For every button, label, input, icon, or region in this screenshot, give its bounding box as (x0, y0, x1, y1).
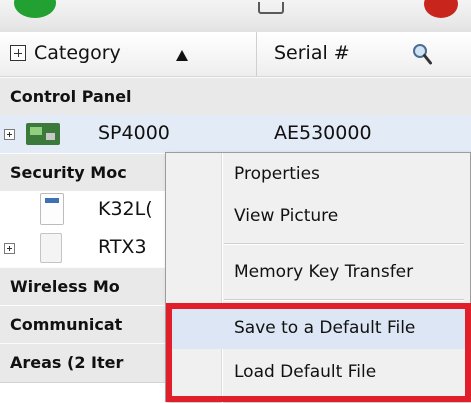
sort-ascending-icon[interactable] (176, 50, 188, 61)
expand-icon[interactable] (4, 129, 15, 140)
menu-item-view-picture[interactable]: View Picture (166, 197, 470, 237)
group-label: Wireless Mo (10, 277, 120, 296)
tray-icon (258, 2, 284, 14)
circuit-board-icon (26, 123, 60, 145)
expand-all-icon[interactable] (10, 45, 26, 61)
category-column-header[interactable]: Category (34, 42, 121, 64)
device-serial: AE530000 (274, 122, 372, 144)
table-row-sp4000[interactable]: SP4000 AE530000 (0, 115, 471, 153)
column-divider[interactable] (256, 32, 257, 76)
group-label: Control Panel (10, 87, 132, 106)
device-name: K32L( (98, 198, 153, 220)
menu-item-memory-key-transfer[interactable]: Memory Key Transfer (166, 253, 470, 293)
wireless-module-icon (40, 233, 62, 263)
highlight-box (166, 303, 471, 402)
search-icon[interactable] (412, 43, 432, 65)
menu-item-label: View Picture (234, 206, 339, 226)
group-label: Security Moc (10, 163, 127, 182)
device-name: RTX3 (98, 236, 147, 258)
toolbar (0, 0, 471, 33)
menu-separator (224, 299, 464, 301)
menu-separator (224, 243, 464, 245)
group-label: Areas (2 Iter (10, 353, 124, 372)
group-row-control-panel[interactable]: Control Panel (0, 77, 471, 117)
keypad-icon (40, 193, 64, 225)
expand-icon[interactable] (4, 243, 15, 254)
device-name: SP4000 (98, 122, 170, 144)
menu-item-properties[interactable]: Properties (166, 155, 470, 195)
menu-item-label: Properties (234, 164, 320, 184)
menu-item-label: Memory Key Transfer (234, 262, 414, 282)
group-label: Communicat (10, 315, 123, 334)
serial-column-header[interactable]: Serial # (274, 42, 350, 64)
toolbar-button-view[interactable] (205, 0, 376, 28)
